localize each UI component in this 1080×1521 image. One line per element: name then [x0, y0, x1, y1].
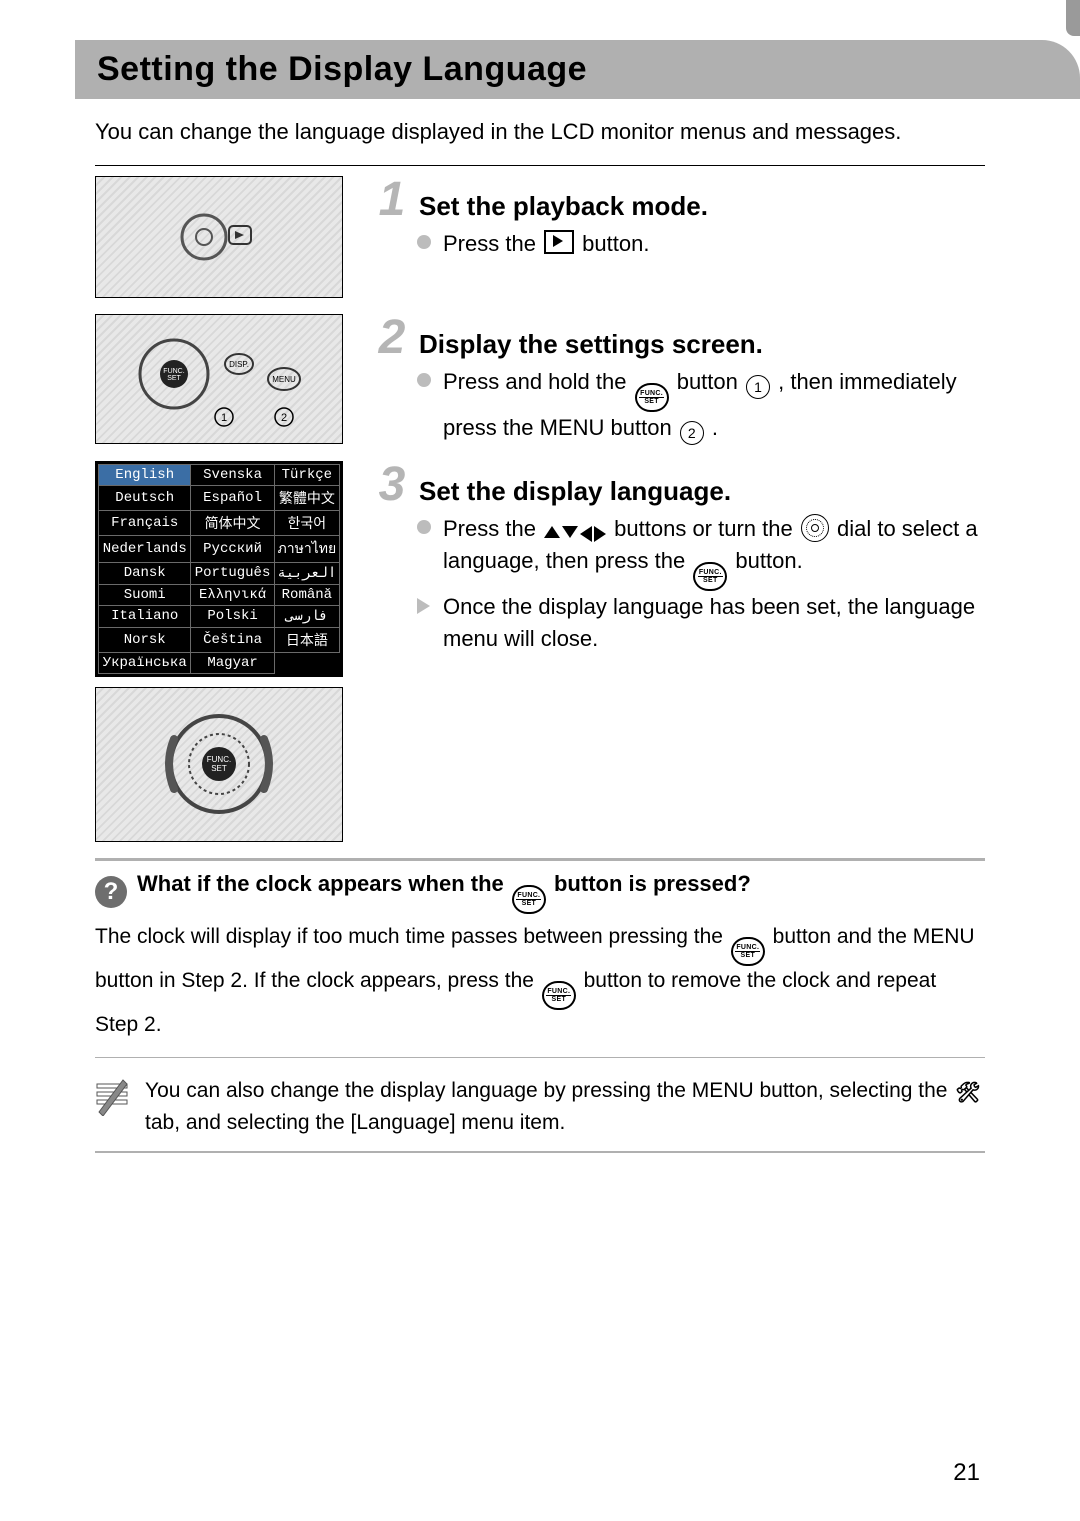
step-1: 1 Set the playback mode. Press the butto… [95, 176, 985, 298]
language-cell: Português [191, 562, 274, 584]
step-heading-1: Set the playback mode. [419, 191, 708, 222]
step-heading-2: Display the settings screen. [419, 329, 763, 360]
circled-1-icon: 1 [746, 375, 770, 399]
question-heading: What if the clock appears when the FUNC.… [137, 871, 751, 914]
language-cell: 日本語 [274, 627, 339, 652]
svg-text:FUNC.: FUNC. [163, 368, 184, 375]
question-body: The clock will display if too much time … [95, 922, 985, 1053]
tools-tab-icon: 🛠 [955, 1079, 980, 1108]
step-number-1: 1 [375, 176, 409, 224]
intro-text: You can change the language displayed in… [95, 117, 985, 147]
language-cell [274, 652, 339, 673]
language-cell: Svenska [191, 464, 274, 485]
language-cell: Nederlands [99, 535, 191, 562]
func-set-icon: FUNC.SET [693, 562, 727, 591]
func-set-icon: FUNC.SET [635, 383, 669, 412]
language-cell: فارسی [274, 605, 339, 627]
language-menu-screenshot: EnglishSvenskaTürkçe DeutschEspañol繁體中文 Fr… [95, 461, 343, 677]
note-box: You can also change the display language… [95, 1062, 985, 1152]
svg-text:FUNC.: FUNC. [207, 755, 231, 764]
svg-text:DISP.: DISP. [229, 360, 249, 369]
section-title: Setting the Display Language [97, 50, 1080, 89]
dial-icon [801, 514, 829, 542]
language-cell: Українська [99, 652, 191, 673]
step1-bullet: Press the button. [417, 228, 985, 260]
language-cell: Italiano [99, 605, 191, 627]
note-text: You can also change the display language… [145, 1076, 985, 1138]
svg-text:MENU: MENU [272, 375, 296, 384]
language-cell: ภาษาไทย [274, 535, 339, 562]
language-cell: Русский [191, 535, 274, 562]
language-cell: Magyar [191, 652, 274, 673]
language-cell: 繁體中文 [274, 485, 339, 510]
menu-label: MENU [692, 1079, 754, 1102]
page-number: 21 [953, 1459, 980, 1487]
language-cell: Ελληνικά [191, 584, 274, 605]
language-cell: Türkçe [274, 464, 339, 485]
step2-bullet: Press and hold the FUNC.SET button 1 , t… [417, 366, 985, 445]
step-3: EnglishSvenskaTürkçe DeutschEspañol繁體中文 Fr… [95, 461, 985, 842]
func-set-icon: FUNC.SET [512, 885, 546, 914]
language-cell: Français [99, 510, 191, 535]
pencil-icon [95, 1076, 129, 1116]
language-cell: Polski [191, 605, 274, 627]
svg-text:1: 1 [221, 412, 227, 424]
thumb-tab [1066, 0, 1080, 36]
question-mark-icon: ? [95, 876, 127, 908]
svg-text:SET: SET [167, 375, 181, 382]
language-cell: Español [191, 485, 274, 510]
dpad-arrows-icon [544, 526, 606, 542]
language-cell: العربية [274, 562, 339, 584]
language-cell: English [99, 464, 191, 485]
illustration-settings: FUNC. SET DISP. MENU 1 2 [95, 314, 343, 444]
circled-2-icon: 2 [680, 421, 704, 445]
language-cell: Suomi [99, 584, 191, 605]
language-cell: Dansk [99, 562, 191, 584]
menu-label: MENU [913, 925, 975, 948]
func-set-icon: FUNC.SET [542, 981, 576, 1010]
language-cell: Norsk [99, 627, 191, 652]
language-cell: Română [274, 584, 339, 605]
language-cell: Deutsch [99, 485, 191, 510]
step-2: FUNC. SET DISP. MENU 1 2 [95, 314, 985, 445]
step-heading-3: Set the display language. [419, 476, 731, 507]
illustration-playback [95, 176, 343, 298]
language-cell: 한국어 [274, 510, 339, 535]
svg-text:SET: SET [211, 764, 227, 773]
play-icon [544, 230, 574, 254]
step-number-2: 2 [375, 314, 409, 362]
step-number-3: 3 [375, 461, 409, 509]
menu-label: MENU [540, 415, 605, 440]
svg-text:2: 2 [281, 412, 287, 424]
language-cell: Čeština [191, 627, 274, 652]
step3-bullet: Press the buttons or turn the dial to se… [417, 513, 985, 591]
question-box: ? What if the clock appears when the FUN… [95, 858, 985, 1058]
language-cell: 简体中文 [191, 510, 274, 535]
step3-result: Once the display language has been set, … [417, 591, 985, 655]
separator [95, 165, 985, 166]
section-title-bar: Setting the Display Language [75, 40, 1080, 99]
func-set-icon: FUNC.SET [731, 937, 765, 966]
illustration-dial: FUNC. SET [95, 687, 343, 842]
